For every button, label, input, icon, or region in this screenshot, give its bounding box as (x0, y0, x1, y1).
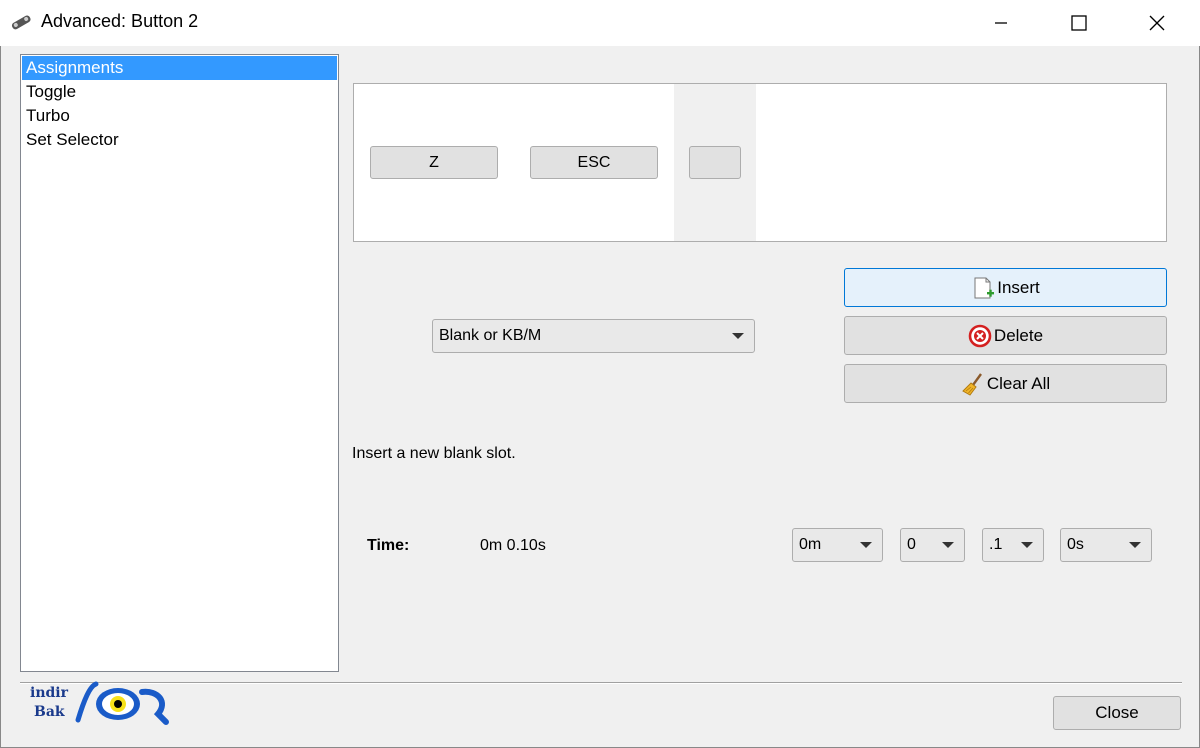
delete-button[interactable]: Delete (844, 316, 1167, 355)
chevron-down-icon (1021, 542, 1033, 548)
section-list[interactable]: Assignments Toggle Turbo Set Selector (20, 54, 339, 672)
time-label: Time: (367, 537, 410, 554)
joystick-app-icon (11, 15, 31, 30)
slot-type-dropdown[interactable]: Blank or KB/M (432, 319, 755, 353)
chevron-down-icon (860, 542, 872, 548)
insert-button[interactable]: Insert (844, 268, 1167, 307)
hint-text: Insert a new blank slot. (352, 445, 516, 462)
seconds-dropdown[interactable]: 0 (900, 528, 965, 562)
delete-label: Delete (993, 325, 1044, 345)
list-item-assignments[interactable]: Assignments (22, 56, 337, 80)
clear-all-button[interactable]: Clear All (844, 364, 1167, 403)
chevron-down-icon (1129, 542, 1141, 548)
extra-seconds-dropdown[interactable]: 0s (1060, 528, 1152, 562)
chevron-down-icon (732, 333, 744, 339)
fraction-dropdown[interactable]: .1 (982, 528, 1044, 562)
clear-all-label: Clear All (986, 373, 1051, 393)
watermark-line1: indir (30, 685, 68, 701)
list-item-set-selector[interactable]: Set Selector (21, 128, 338, 152)
chevron-down-icon (942, 542, 954, 548)
broom-icon (961, 372, 985, 396)
new-document-icon (971, 276, 995, 300)
close-label: Close (1095, 703, 1139, 722)
minutes-value: 0m (799, 536, 822, 553)
extra-seconds-value: 0s (1067, 536, 1084, 553)
insert-label: Insert (997, 277, 1040, 297)
minimize-icon (995, 22, 1007, 24)
eye-logo-icon (75, 681, 169, 725)
delete-icon (968, 324, 992, 348)
title-bar: Advanced: Button 2 (0, 0, 1200, 46)
slots-panel: Z ESC (353, 83, 1167, 242)
maximize-icon (1071, 15, 1087, 31)
close-icon (1149, 15, 1165, 31)
slot-button-z[interactable]: Z (370, 146, 498, 179)
seconds-value: 0 (907, 536, 916, 553)
fraction-value: .1 (989, 536, 1003, 553)
list-item-turbo[interactable]: Turbo (21, 104, 338, 128)
minimize-button[interactable] (978, 0, 1024, 46)
watermark-logo: indir Bak (28, 680, 178, 730)
maximize-button[interactable] (1056, 0, 1102, 46)
minutes-dropdown[interactable]: 0m (792, 528, 883, 562)
slot-button-blank[interactable] (689, 146, 741, 179)
slot-button-esc[interactable]: ESC (530, 146, 658, 179)
slot-type-value: Blank or KB/M (439, 327, 542, 344)
close-window-button[interactable] (1134, 0, 1180, 46)
time-value: 0m 0.10s (480, 537, 546, 554)
watermark-line2: Bak (34, 704, 65, 720)
list-item-toggle[interactable]: Toggle (21, 80, 338, 104)
footer-divider (20, 682, 1182, 684)
window-title: Advanced: Button 2 (41, 11, 199, 31)
close-button[interactable]: Close (1053, 696, 1181, 730)
